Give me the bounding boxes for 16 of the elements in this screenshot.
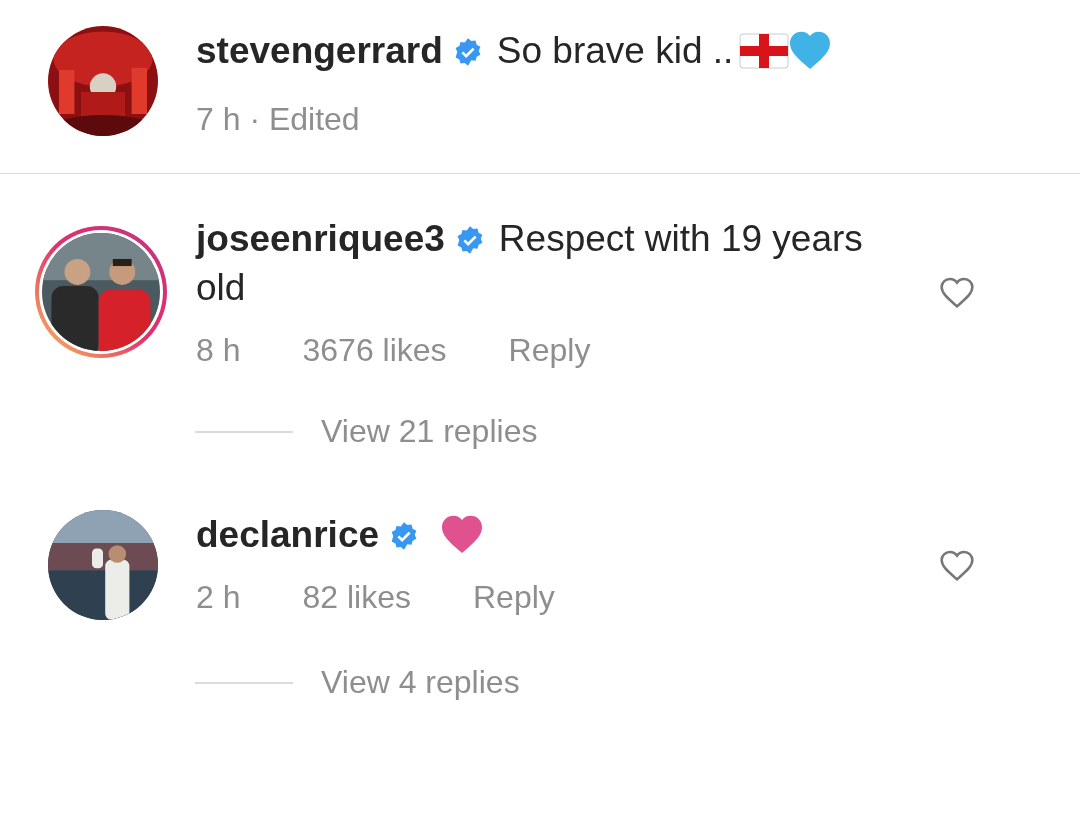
- caption-text: stevengerrard So brave kid ..: [196, 26, 956, 75]
- flag-icon: [739, 33, 790, 69]
- like-heart-icon[interactable]: [938, 548, 976, 582]
- likes-count[interactable]: 3676 likes: [302, 332, 447, 369]
- timestamp: 2 h: [196, 579, 241, 616]
- likes-count[interactable]: 82 likes: [302, 579, 411, 616]
- view-replies-link[interactable]: View 21 replies: [321, 413, 538, 450]
- timestamp: 8 h: [196, 332, 241, 369]
- username-link[interactable]: declanrice: [196, 514, 380, 555]
- username-link[interactable]: stevengerrard: [196, 30, 443, 71]
- comment-text: joseenriquee3 Respect with 19 years old: [196, 217, 864, 310]
- username-link[interactable]: joseenriquee3: [196, 218, 445, 259]
- timestamp: 7 h · Edited: [196, 101, 360, 138]
- reply-button[interactable]: Reply: [473, 579, 555, 616]
- view-replies-link[interactable]: View 4 replies: [321, 664, 520, 701]
- reply-button[interactable]: Reply: [508, 332, 591, 369]
